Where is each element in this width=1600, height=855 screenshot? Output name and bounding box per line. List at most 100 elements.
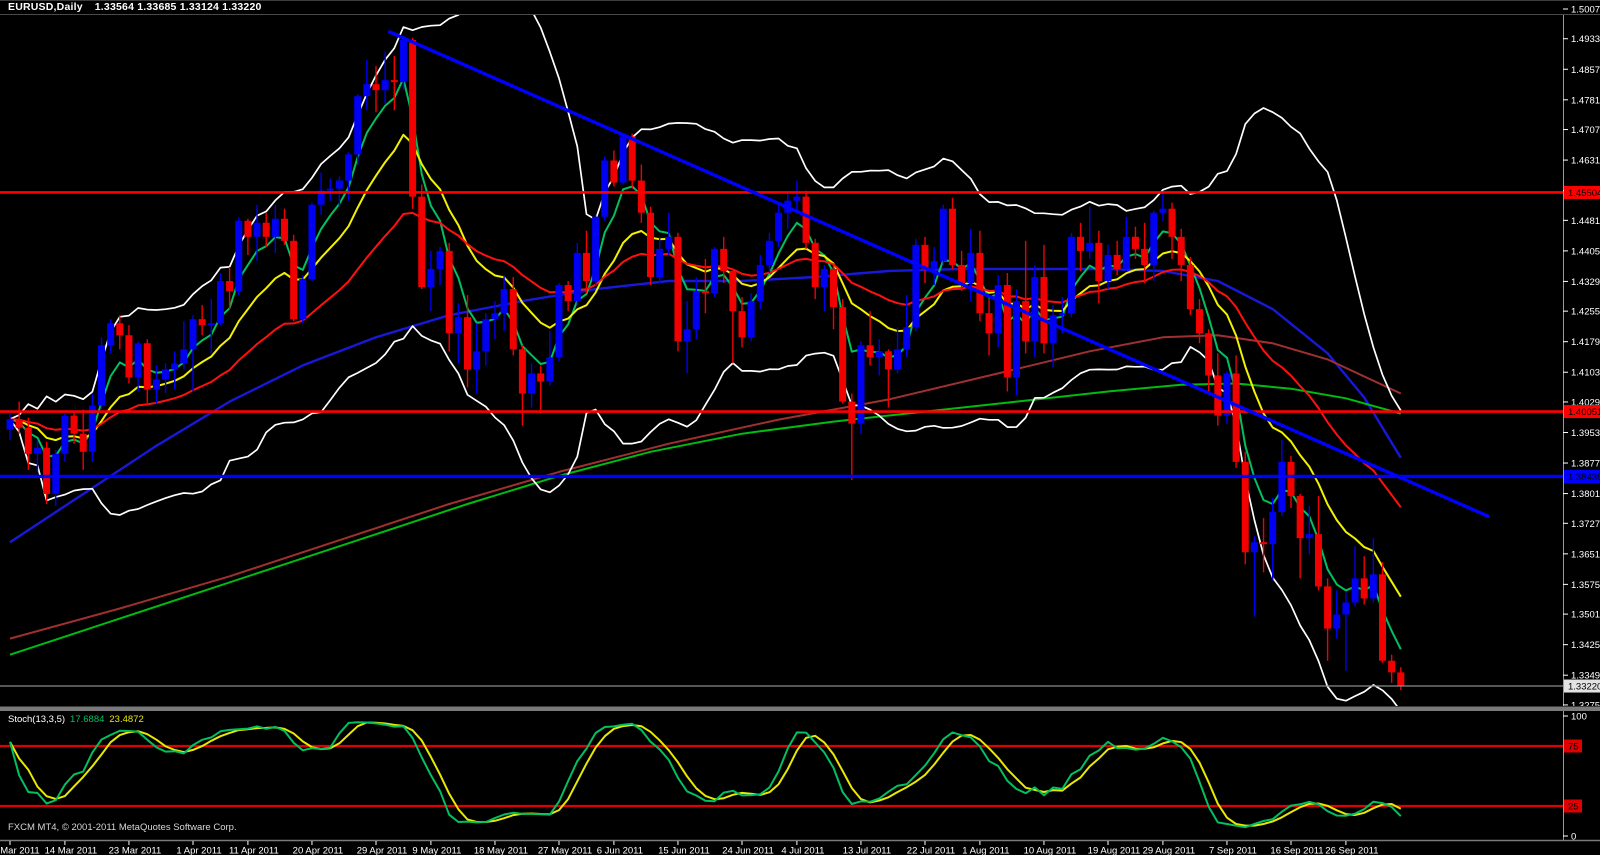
candle-body[interactable] [473, 351, 480, 369]
candle-body[interactable] [793, 197, 800, 201]
stochastic-panel[interactable] [0, 722, 1563, 827]
ema-fast-green-line[interactable] [10, 79, 1401, 650]
candle-body[interactable] [80, 434, 87, 452]
candle-body[interactable] [976, 253, 983, 313]
candle-body[interactable] [510, 289, 517, 349]
candle-body[interactable] [894, 349, 901, 369]
candle-body[interactable] [812, 243, 819, 287]
candle-body[interactable] [739, 311, 746, 337]
candle-body[interactable] [839, 307, 846, 401]
candle-body[interactable] [1315, 534, 1322, 586]
candle-body[interactable] [1004, 285, 1011, 377]
candle-body[interactable] [208, 323, 215, 325]
candle-body[interactable] [592, 217, 599, 281]
candle-body[interactable] [693, 291, 700, 329]
candle-body[interactable] [1278, 462, 1285, 512]
ema-yellow-line[interactable] [10, 135, 1401, 597]
candle-body[interactable] [967, 253, 974, 283]
candle-body[interactable] [1022, 301, 1029, 341]
candle-body[interactable] [272, 219, 279, 237]
candle-body[interactable] [235, 221, 242, 291]
candle-body[interactable] [620, 136, 627, 182]
candle-body[interactable] [437, 251, 444, 269]
candle-body[interactable] [610, 160, 617, 182]
candle-body[interactable] [665, 237, 672, 249]
candle-body[interactable] [199, 319, 206, 325]
candle-body[interactable] [25, 428, 32, 454]
candle-body[interactable] [1306, 534, 1313, 538]
candle-body[interactable] [336, 181, 343, 189]
descending-trendline[interactable] [390, 32, 1488, 516]
candle-body[interactable] [656, 249, 663, 277]
candle-body[interactable] [446, 251, 453, 333]
candle-body[interactable] [674, 237, 681, 341]
candle-body[interactable] [885, 351, 892, 369]
candle-body[interactable] [1260, 542, 1267, 544]
candle-body[interactable] [52, 454, 59, 494]
candle-body[interactable] [638, 181, 645, 213]
candle-body[interactable] [757, 265, 764, 301]
main-chart-panel[interactable] [0, 2, 1563, 711]
candle-body[interactable] [1297, 496, 1304, 538]
candle-body[interactable] [748, 301, 755, 337]
candle-body[interactable] [1379, 574, 1386, 660]
candle-body[interactable] [1187, 265, 1194, 309]
candle-body[interactable] [1178, 237, 1185, 265]
candle-body[interactable] [1269, 512, 1276, 544]
candle-body[interactable] [391, 80, 398, 82]
candle-body[interactable] [1105, 255, 1112, 281]
candle-body[interactable] [1342, 602, 1349, 614]
candle-body[interactable] [290, 241, 297, 319]
candle-body[interactable] [647, 213, 654, 277]
candle-body[interactable] [958, 265, 965, 283]
candle-body[interactable] [418, 197, 425, 287]
candle-body[interactable] [254, 223, 261, 237]
candle-body[interactable] [1196, 309, 1203, 333]
candle-body[interactable] [1068, 237, 1075, 313]
candle-body[interactable] [1059, 313, 1066, 315]
candle-body[interactable] [1333, 615, 1340, 629]
candle-body[interactable] [931, 261, 938, 269]
candle-body[interactable] [107, 323, 114, 345]
candle-body[interactable] [1361, 578, 1368, 598]
candle-body[interactable] [775, 213, 782, 241]
candle-body[interactable] [43, 448, 50, 494]
candle-body[interactable] [299, 279, 306, 319]
candle-body[interactable] [1050, 315, 1057, 343]
stoch-signal-line[interactable] [10, 723, 1401, 826]
candle-body[interactable] [565, 285, 572, 301]
candle-body[interactable] [144, 343, 151, 389]
candle-body[interactable] [482, 319, 489, 351]
candle-body[interactable] [135, 343, 142, 377]
candle-body[interactable] [327, 189, 334, 191]
candle-body[interactable] [244, 221, 251, 237]
candlesticks[interactable] [7, 36, 1405, 690]
candle-body[interactable] [71, 416, 78, 434]
candle-body[interactable] [912, 245, 919, 327]
candle-body[interactable] [876, 351, 883, 357]
candle-body[interactable] [190, 319, 197, 349]
ma-red-slow-line[interactable] [10, 335, 1401, 638]
candle-body[interactable] [574, 253, 581, 301]
candle-body[interactable] [345, 154, 352, 180]
candle-body[interactable] [1150, 213, 1157, 265]
candle-body[interactable] [382, 80, 389, 90]
candle-body[interactable] [867, 345, 874, 357]
candle-body[interactable] [1013, 301, 1020, 377]
candle-body[interactable] [153, 379, 160, 389]
candle-body[interactable] [180, 349, 187, 363]
candle-body[interactable] [1095, 243, 1102, 281]
candle-body[interactable] [400, 40, 407, 82]
candle-body[interactable] [986, 313, 993, 333]
candle-body[interactable] [1324, 586, 1331, 628]
candle-body[interactable] [455, 317, 462, 333]
candle-body[interactable] [903, 327, 910, 349]
candle-body[interactable] [263, 223, 270, 237]
candle-body[interactable] [171, 363, 178, 369]
candle-body[interactable] [1233, 373, 1240, 461]
candle-body[interactable] [1159, 209, 1166, 213]
candle-body[interactable] [354, 96, 361, 154]
candle-body[interactable] [281, 219, 288, 241]
candle-body[interactable] [766, 241, 773, 265]
candle-body[interactable] [821, 269, 828, 287]
